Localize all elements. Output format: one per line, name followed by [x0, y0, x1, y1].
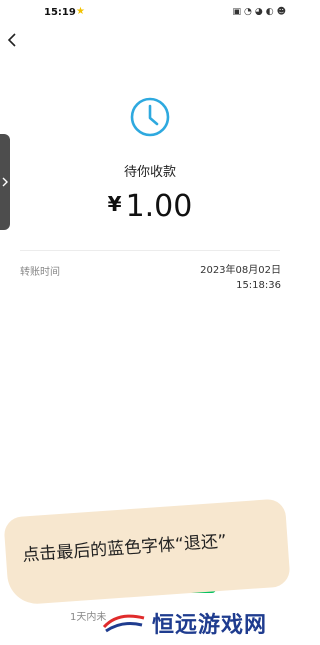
divider: [20, 250, 280, 251]
app-icon: ◐: [265, 7, 274, 17]
transfer-amount: ¥1.00: [0, 189, 300, 224]
transfer-status-text: 待你收款: [123, 165, 176, 180]
currency-symbol: ¥: [107, 192, 122, 216]
chevron-left-icon: [7, 33, 16, 47]
app-icon: ◔: [244, 7, 252, 17]
star-icon: ★: [76, 6, 85, 17]
footer-note: 1天内未: [70, 612, 107, 623]
transfer-clock-time: 15:18:36: [236, 280, 281, 291]
watermark: 恒远游戏网: [102, 607, 267, 639]
status-icons: ▣ ◔ ◕ ◐ ☻: [233, 7, 286, 17]
message-icon: ▣: [232, 7, 242, 17]
cat-icon: ☻: [276, 7, 286, 17]
clock-icon: [130, 97, 170, 137]
status-bar: 15:19 ★ ▣ ◔ ◕ ◐ ☻: [0, 0, 300, 26]
amount-value: 1.00: [125, 189, 193, 224]
app-icon: ◕: [254, 7, 263, 17]
status-time: 15:19: [44, 7, 76, 18]
back-button[interactable]: [4, 30, 22, 50]
watermark-logo-icon: [102, 614, 145, 633]
transfer-time-label: 转账时间: [20, 267, 60, 278]
watermark-text: 恒远游戏网: [152, 612, 268, 638]
transfer-date: 2023年08月02日: [200, 265, 281, 276]
transfer-time-value: 2023年08月02日 15:18:36: [200, 263, 281, 293]
